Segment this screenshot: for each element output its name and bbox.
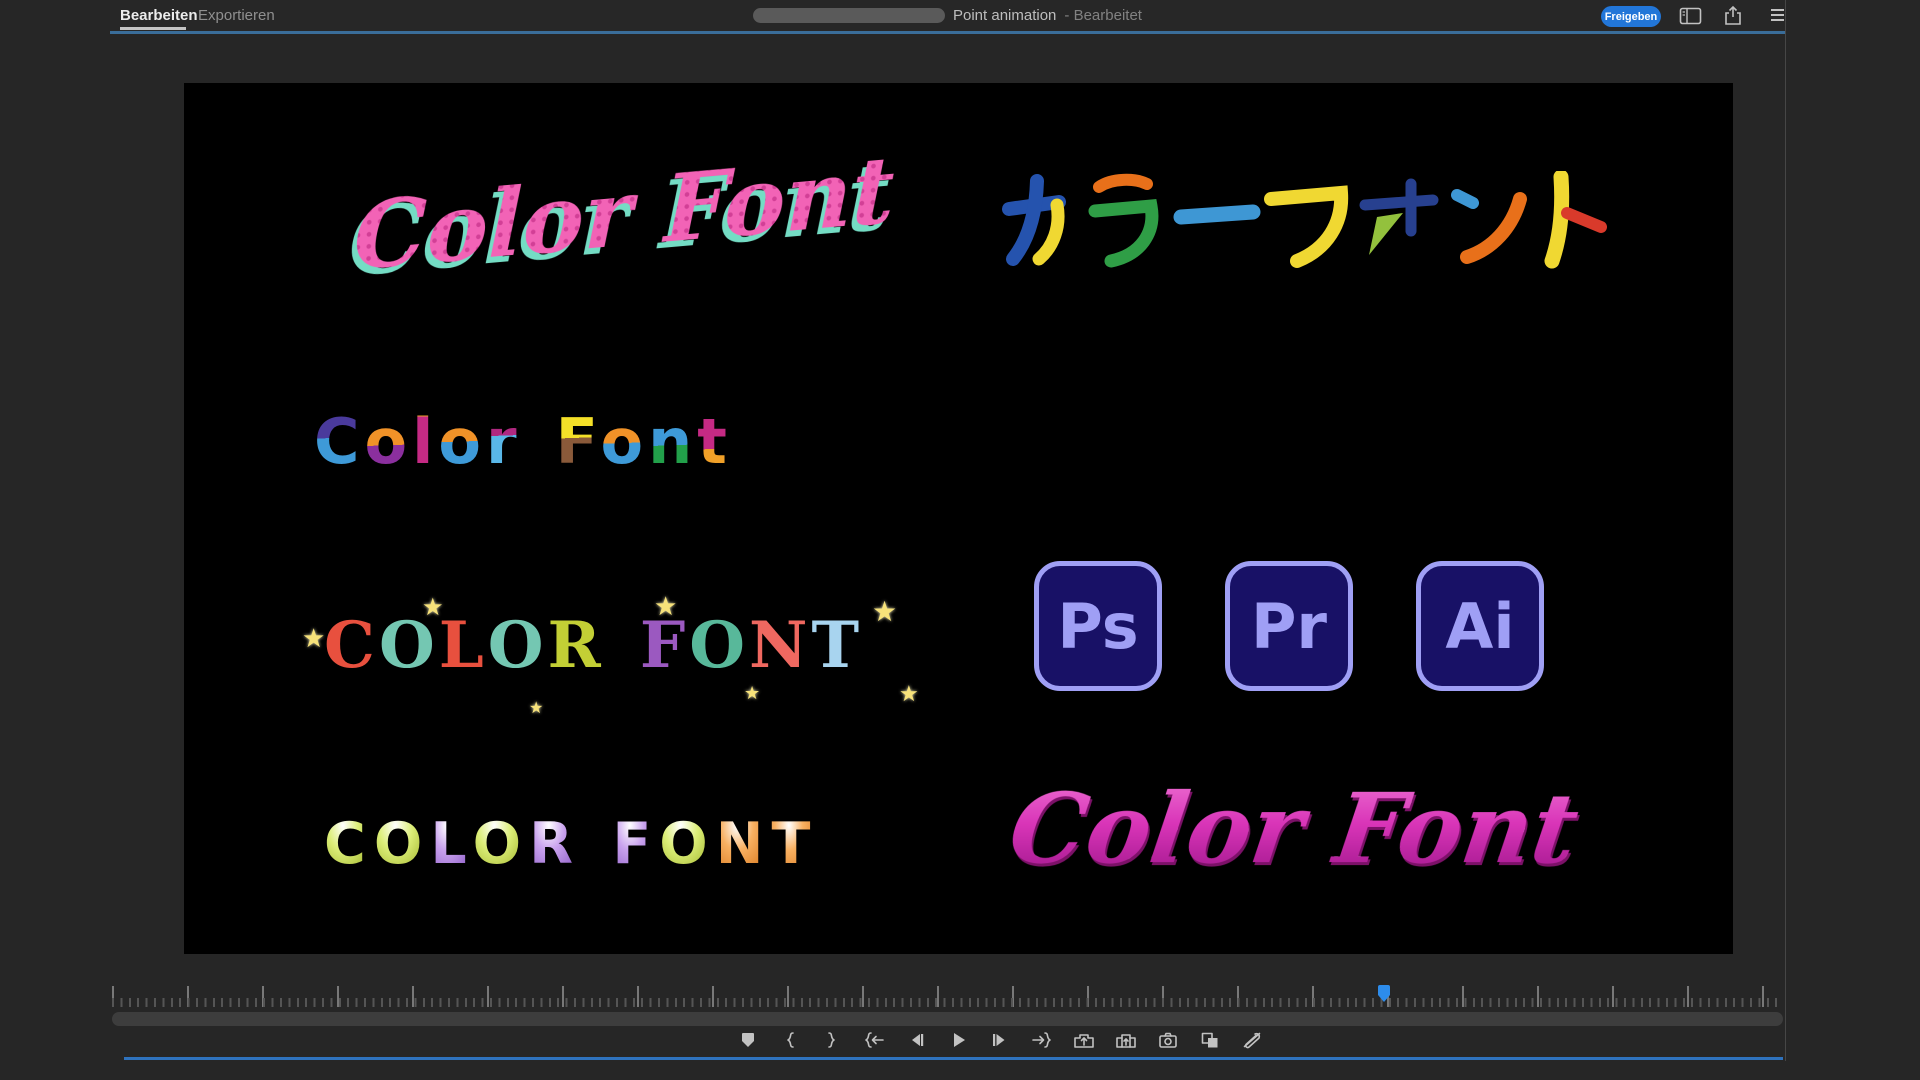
document-title-group: Point animation - Bearbeitet	[753, 7, 1142, 24]
ruler-minor-ticks	[112, 998, 1783, 1007]
playhead[interactable]	[1376, 984, 1392, 1009]
comparison-view-button[interactable]	[1197, 1028, 1223, 1052]
panel-layout-icon[interactable]	[1679, 7, 1702, 30]
sample-balloon-letters: COLOR FONT	[324, 811, 818, 877]
photoshop-icon: Ps	[1034, 561, 1162, 691]
sample-glossy-script-magenta: Color Font	[1029, 743, 1559, 913]
menu-icon[interactable]	[1770, 7, 1785, 28]
color-letter: L	[430, 811, 472, 877]
color-letter: O	[473, 811, 529, 877]
color-letter: C	[324, 811, 374, 877]
sample-katakana-color-font	[999, 171, 1644, 271]
color-letter: r	[486, 405, 522, 478]
go-to-out-button[interactable]	[1029, 1028, 1055, 1052]
color-letter: N	[749, 608, 812, 683]
lift-button[interactable]	[1071, 1028, 1097, 1052]
color-letter: R	[547, 608, 604, 683]
sample-adobe-app-icons: Ps Pr Ai	[1034, 561, 1544, 691]
color-letter: L	[439, 608, 488, 683]
color-letter: F	[612, 811, 659, 877]
header-bar: Bearbeiten Exportieren Point animation -…	[110, 0, 1785, 31]
color-letter: C	[324, 608, 379, 683]
color-letter: F	[556, 405, 601, 478]
premiere-icon: Pr	[1225, 561, 1353, 691]
star-icon: ★	[744, 683, 760, 704]
document-status: - Bearbeitet	[1064, 7, 1142, 24]
color-letter: t	[697, 405, 732, 478]
color-letter: l	[412, 405, 438, 478]
sample-brush-script-pink: Color Font	[334, 118, 914, 308]
color-letter: T	[812, 608, 864, 683]
sample-confetti-serif: COLOR FONT	[324, 608, 863, 683]
go-to-in-button[interactable]	[861, 1028, 887, 1052]
illustrator-icon: Ai	[1416, 561, 1544, 691]
export-frame-button[interactable]	[1155, 1028, 1181, 1052]
red-glitter-text: COLOR FONT	[1004, 379, 1596, 468]
color-letter: N	[716, 811, 772, 877]
color-letter: o	[365, 405, 413, 478]
katakana-strokes	[999, 171, 1644, 271]
sample-rounded-multicolor: Color Font	[314, 405, 732, 478]
magenta-script-text: Color Font	[1003, 772, 1585, 885]
star-icon: ★	[529, 698, 543, 718]
sample-red-glitter: COLOR FONT	[1004, 379, 1596, 468]
star-icon: ★	[654, 591, 677, 622]
settings-wrench-icon[interactable]	[1239, 1028, 1265, 1052]
color-letter: C	[314, 405, 365, 478]
play-button[interactable]	[945, 1028, 971, 1052]
share-button[interactable]: Freigeben	[1601, 6, 1661, 27]
tab-bearbeiten[interactable]: Bearbeiten	[120, 7, 198, 24]
color-letter: O	[488, 608, 548, 683]
transport-controls	[735, 1028, 1265, 1052]
step-forward-button[interactable]	[987, 1028, 1013, 1052]
color-letter: O	[659, 811, 715, 877]
color-letter: o	[601, 405, 649, 478]
extract-button[interactable]	[1113, 1028, 1139, 1052]
window-right-border	[1785, 0, 1786, 1061]
color-letter: O	[374, 811, 430, 877]
mark-in-button[interactable]	[777, 1028, 803, 1052]
program-monitor-canvas: Color Font	[184, 83, 1733, 954]
color-letter: R	[529, 811, 581, 877]
time-ruler[interactable]	[112, 980, 1783, 1010]
add-marker-button[interactable]	[735, 1028, 761, 1052]
color-font-script-text: Color Font	[353, 135, 895, 291]
workspace-divider-top	[110, 31, 1785, 34]
premiere-window: Bearbeiten Exportieren Point animation -…	[0, 0, 1920, 1080]
color-letter: n	[648, 405, 697, 478]
color-letter: O	[689, 608, 749, 683]
timeline-scrollbar[interactable]	[112, 1012, 1783, 1026]
star-icon: ★	[422, 593, 444, 622]
mark-out-button[interactable]	[819, 1028, 845, 1052]
color-letter: T	[771, 811, 818, 877]
share-export-icon[interactable]	[1722, 5, 1744, 32]
star-icon: ★	[899, 681, 919, 707]
project-name-blurred	[753, 8, 945, 23]
active-tab-underline	[120, 27, 186, 30]
step-back-button[interactable]	[903, 1028, 929, 1052]
tab-exportieren[interactable]: Exportieren	[198, 7, 275, 24]
workspace-divider-bottom	[124, 1057, 1783, 1060]
star-icon: ★	[302, 623, 325, 654]
star-icon: ★	[872, 595, 897, 628]
color-letter: o	[438, 405, 486, 478]
document-title: Point animation	[953, 7, 1056, 24]
